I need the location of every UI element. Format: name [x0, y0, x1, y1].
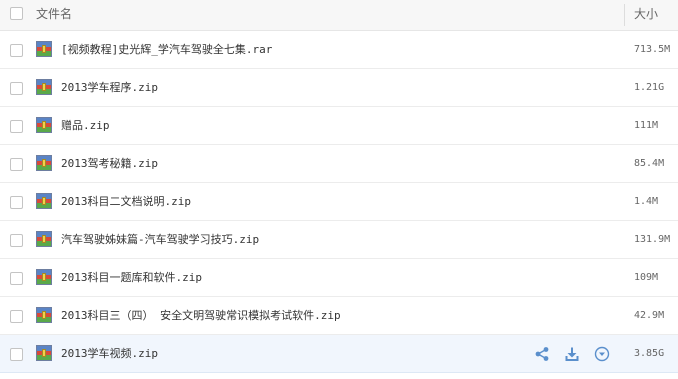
file-row[interactable]: 2013科目一题库和软件.zip 109M	[0, 259, 678, 297]
zip-archive-icon	[36, 155, 52, 171]
file-size: 42.9M	[634, 310, 665, 321]
file-row-hovered[interactable]: 2013学车视频.zip 3.85G	[0, 335, 678, 373]
zip-archive-icon	[36, 269, 52, 285]
file-name[interactable]: [视频教程]史光辉_学汽车驾驶全七集.rar	[61, 31, 272, 68]
download-icon	[565, 347, 579, 361]
row-checkbox[interactable]	[10, 310, 23, 323]
zip-archive-icon	[36, 307, 52, 323]
row-checkbox[interactable]	[10, 82, 23, 95]
file-size: 131.9M	[634, 234, 671, 245]
file-size: 3.85G	[634, 348, 665, 359]
file-name[interactable]: 2013科目三（四） 安全文明驾驶常识模拟考试软件.zip	[61, 297, 341, 334]
column-header-size[interactable]: 大小	[634, 0, 658, 30]
file-name[interactable]: 2013驾考秘籍.zip	[61, 145, 158, 182]
file-size: 1.4M	[634, 196, 659, 207]
zip-archive-icon	[36, 231, 52, 247]
row-actions	[532, 344, 612, 364]
column-header-filename[interactable]: 文件名	[36, 0, 72, 30]
file-row[interactable]: 汽车驾驶姊妹篇-汽车驾驶学习技巧.zip 131.9M	[0, 221, 678, 259]
row-checkbox[interactable]	[10, 234, 23, 247]
file-size: 1.21G	[634, 82, 665, 93]
share-icon	[535, 347, 549, 361]
file-name[interactable]: 汽车驾驶姊妹篇-汽车驾驶学习技巧.zip	[61, 221, 259, 258]
zip-archive-icon	[36, 193, 52, 209]
file-name[interactable]: 2013科目二文档说明.zip	[61, 183, 191, 220]
file-name[interactable]: 2013学车程序.zip	[61, 69, 158, 106]
file-size: 109M	[634, 272, 659, 283]
file-name[interactable]: 2013学车视频.zip	[61, 335, 158, 372]
row-checkbox[interactable]	[10, 120, 23, 133]
file-row[interactable]: 2013学车程序.zip 1.21G	[0, 69, 678, 107]
zip-archive-icon	[36, 345, 52, 361]
row-checkbox[interactable]	[10, 158, 23, 171]
share-button[interactable]	[532, 344, 552, 364]
file-size: 85.4M	[634, 158, 665, 169]
file-size: 713.5M	[634, 44, 671, 55]
file-size: 111M	[634, 120, 659, 131]
zip-archive-icon	[36, 41, 52, 57]
file-row[interactable]: 2013科目二文档说明.zip 1.4M	[0, 183, 678, 221]
more-dropdown-button[interactable]	[592, 344, 612, 364]
select-all-checkbox[interactable]	[10, 7, 23, 20]
zip-archive-icon	[36, 79, 52, 95]
file-name[interactable]: 赠品.zip	[61, 107, 110, 144]
file-row[interactable]: 2013驾考秘籍.zip 85.4M	[0, 145, 678, 183]
row-checkbox[interactable]	[10, 272, 23, 285]
row-checkbox[interactable]	[10, 44, 23, 57]
column-divider[interactable]	[624, 4, 625, 26]
file-row[interactable]: [视频教程]史光辉_学汽车驾驶全七集.rar 713.5M	[0, 31, 678, 69]
zip-archive-icon	[36, 117, 52, 133]
file-row[interactable]: 赠品.zip 111M	[0, 107, 678, 145]
download-button[interactable]	[562, 344, 582, 364]
file-row[interactable]: 2013科目三（四） 安全文明驾驶常识模拟考试软件.zip 42.9M	[0, 297, 678, 335]
more-dropdown-icon	[594, 346, 610, 362]
row-checkbox[interactable]	[10, 196, 23, 209]
row-checkbox[interactable]	[10, 348, 23, 361]
file-name[interactable]: 2013科目一题库和软件.zip	[61, 259, 202, 296]
file-list-header: 文件名 大小	[0, 0, 678, 31]
file-list: 文件名 大小 [视频教程]史光辉_学汽车驾驶全七集.rar 713.5M 201…	[0, 0, 678, 379]
